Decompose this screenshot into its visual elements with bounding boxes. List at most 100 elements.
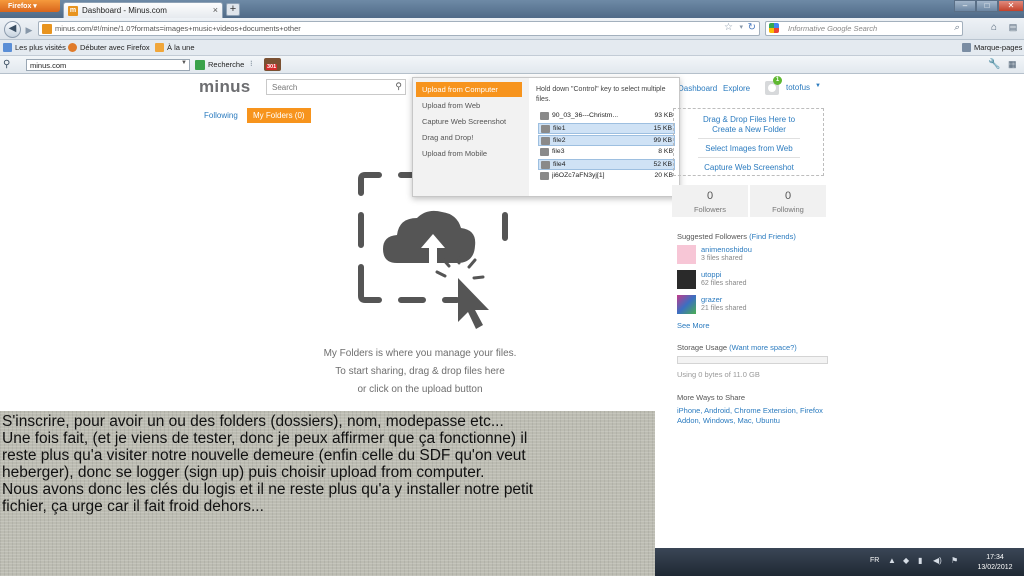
bookmark-label: Les plus visités [15, 43, 66, 52]
avatar[interactable] [677, 270, 696, 289]
rss-icon [155, 43, 164, 52]
clock-time: 17:34 [986, 554, 1004, 561]
tab-following[interactable]: Following [204, 111, 238, 120]
follower-name[interactable]: animenoshidou [701, 245, 752, 254]
storage-title: Storage Usage [677, 343, 728, 352]
ways-to-share-links[interactable]: iPhone, Android, Chrome Extension, Firef… [677, 406, 827, 426]
minimize-window-button[interactable]: – [954, 0, 976, 12]
followers-stat[interactable]: 0 Followers [672, 185, 748, 217]
system-clock[interactable]: 17:34 13/02/2012 [975, 553, 1015, 573]
avatar[interactable] [677, 295, 696, 314]
bookmarks-toolbar: Les plus visités Débuter avec Firefox À … [0, 40, 1024, 56]
file-row[interactable]: file3 8 KB [538, 147, 675, 158]
drop-zone-line[interactable]: Drag & Drop Files Here to [674, 115, 824, 124]
forward-button[interactable]: ▶ [22, 24, 36, 36]
downloads-icon[interactable]: ▤ [1006, 22, 1020, 35]
addon-badge-count: 301 [266, 64, 278, 70]
minus-logo[interactable]: minus [199, 77, 251, 97]
close-window-button[interactable]: ✕ [998, 0, 1024, 12]
go-arrow-icon[interactable] [195, 60, 205, 70]
bookmark-getting-started[interactable]: Débuter avec Firefox [68, 43, 150, 52]
file-size: 52 KB [653, 161, 672, 168]
firefox-menu-button[interactable]: Firefox ▾ [0, 0, 60, 12]
network-icon[interactable]: ▮ [918, 556, 922, 565]
drop-zone-line[interactable]: Create a New Folder [674, 125, 824, 134]
tab-dashboard[interactable]: m Dashboard - Minus.com × [63, 2, 223, 18]
new-tab-button[interactable]: + [226, 3, 240, 16]
upload-from-web[interactable]: Upload from Web [416, 98, 522, 113]
file-size: 93 KB [654, 112, 673, 119]
tray-arrow-icon[interactable]: ▲ [888, 556, 896, 565]
search-input[interactable]: Search ⚲ [266, 79, 406, 95]
tray-app-icon[interactable]: ◆ [903, 556, 909, 565]
search-engine-box[interactable]: Informative Google Search ⌕ [765, 21, 963, 36]
storage-heading: Storage Usage (Want more space?) [677, 343, 797, 352]
reload-icon[interactable]: ↻ [748, 22, 756, 33]
want-more-space-link[interactable]: (Want more space?) [729, 343, 797, 352]
back-button[interactable]: ◀ [4, 21, 21, 38]
followers-count: 0 [706, 190, 714, 202]
capture-screenshot-link[interactable]: Capture Web Screenshot [674, 163, 824, 172]
bookmarks-menu[interactable]: Marque-pages [962, 43, 1022, 52]
upload-from-mobile[interactable]: Upload from Mobile [416, 146, 522, 161]
nav-dashboard[interactable]: Dashboard [678, 84, 717, 93]
clock-date: 13/02/2012 [977, 564, 1013, 571]
file-row[interactable]: file4 52 KB [538, 159, 675, 170]
bookmark-headlines[interactable]: À la une [155, 43, 195, 52]
file-icon [541, 125, 550, 133]
addon-search-button[interactable]: Recherche [208, 60, 244, 69]
list-item[interactable]: grazer 21 files shared [677, 295, 827, 315]
file-row[interactable]: file1 15 KB [538, 123, 675, 134]
user-menu[interactable]: totofus [786, 83, 810, 92]
addon-search-input[interactable]: minus.com ▼ [26, 59, 190, 71]
select-images-from-web-link[interactable]: Select Images from Web [674, 144, 824, 153]
action-center-icon[interactable]: ⚑ [951, 556, 958, 565]
list-item[interactable]: animenoshidou 3 files shared [677, 245, 827, 265]
bookmark-most-visited[interactable]: Les plus visités [3, 43, 66, 52]
chevron-down-icon[interactable]: ▼ [815, 83, 821, 89]
settings-icon[interactable]: ⁝ [250, 59, 262, 70]
grid-icon[interactable]: ▦ [1008, 59, 1017, 70]
file-name: 90_03_36---Christm... [552, 112, 619, 119]
windows-taskbar [655, 548, 1024, 576]
addon-toolbar: ⚲ minus.com ▼ Recherche ⁝ 301 🔧 ▦ [0, 56, 1024, 74]
url-history-dropdown-icon[interactable]: ▾ [739, 23, 743, 31]
maximize-window-button[interactable]: □ [976, 0, 998, 12]
search-icon[interactable]: ⚲ [3, 59, 10, 70]
bookmark-star-icon[interactable]: ☆ [724, 22, 733, 33]
search-icon[interactable]: ⚲ [395, 81, 402, 92]
file-row[interactable]: file2 99 KB [538, 135, 675, 146]
chevron-down-icon[interactable]: ▼ [181, 60, 187, 66]
find-friends-link[interactable]: (Find Friends) [749, 232, 796, 241]
list-item[interactable]: utoppi 62 files shared [677, 270, 827, 290]
file-row[interactable]: ji6OZc7aFN3yj[1] 20 KB [538, 171, 675, 182]
follower-name[interactable]: grazer [701, 295, 722, 304]
follower-name[interactable]: utoppi [701, 270, 721, 279]
notification-badge[interactable]: 1 [773, 76, 782, 85]
following-stat[interactable]: 0 Following [750, 185, 826, 217]
language-indicator[interactable]: FR [870, 557, 879, 564]
volume-icon[interactable]: ◀) [933, 556, 942, 565]
capture-web-screenshot[interactable]: Capture Web Screenshot [416, 114, 522, 129]
following-count: 0 [784, 190, 792, 202]
tab-my-folders[interactable]: My Folders (0) [247, 108, 311, 123]
file-row[interactable]: 90_03_36---Christm... 93 KB [538, 111, 675, 122]
navigation-bar: ◀ ▶ minus.com/#!/mine/1.0?formats=images… [0, 18, 1024, 40]
upload-menu: Upload from Computer Upload from Web Cap… [412, 77, 680, 197]
follower-files: 3 files shared [701, 255, 743, 262]
new-folder-drop-zone[interactable]: Drag & Drop Files Here to Create a New F… [673, 108, 824, 176]
close-tab-icon[interactable]: × [213, 5, 218, 15]
addon-notification-icon[interactable]: 301 [264, 58, 281, 71]
url-bar[interactable]: minus.com/#!/mine/1.0?formats=images+mus… [38, 21, 760, 36]
google-icon[interactable] [769, 23, 779, 33]
home-icon[interactable]: ⌂ [987, 22, 1001, 35]
drag-and-drop[interactable]: Drag and Drop! [416, 130, 522, 145]
site-identity-icon[interactable] [42, 24, 52, 34]
nav-explore[interactable]: Explore [723, 84, 750, 93]
upload-from-computer[interactable]: Upload from Computer [416, 82, 522, 97]
file-picker-list[interactable]: 90_03_36---Christm... 93 KB file1 15 KB fi… [538, 111, 675, 187]
search-icon[interactable]: ⌕ [954, 22, 959, 33]
tools-icon[interactable]: 🔧 [988, 59, 1000, 70]
see-more-link[interactable]: See More [677, 321, 710, 330]
avatar[interactable] [677, 245, 696, 264]
